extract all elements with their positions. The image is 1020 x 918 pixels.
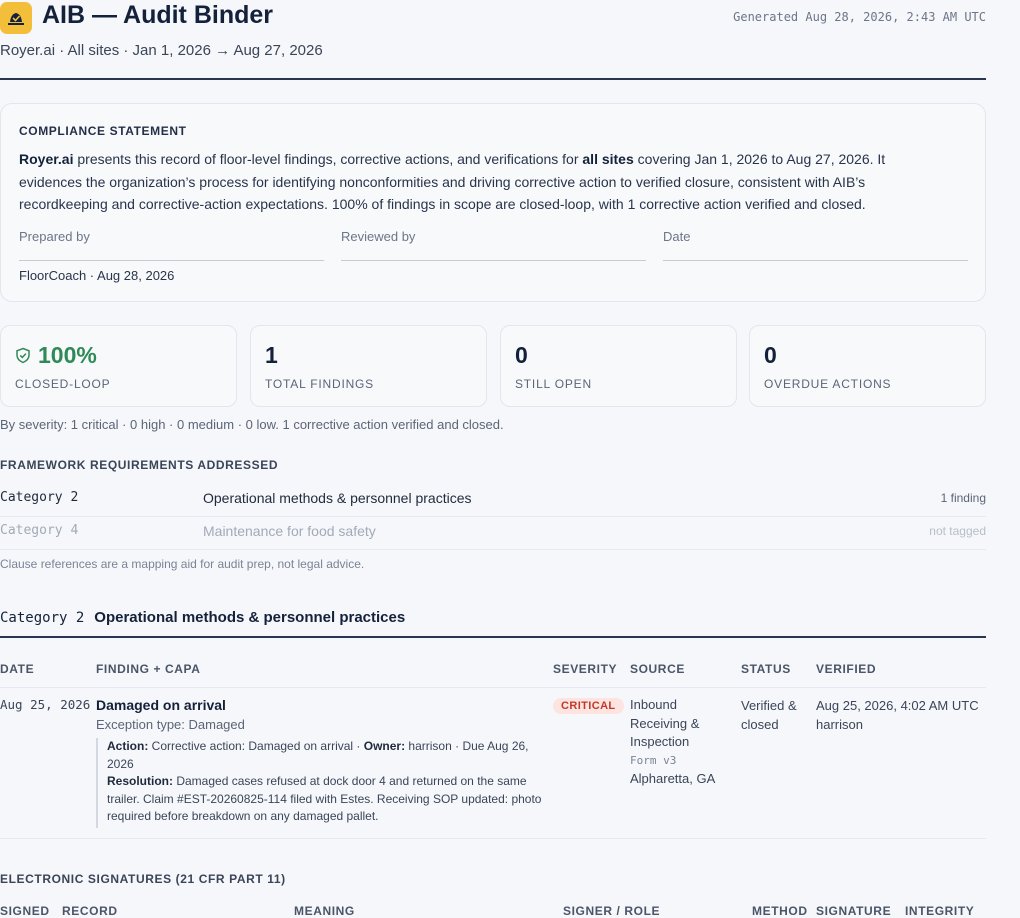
signatures-heading: ELECTRONIC SIGNATURES (21 CFR PART 11)	[0, 872, 286, 886]
framework-name: Maintenance for food safety	[203, 523, 376, 539]
source-form-version: Form v3	[630, 753, 677, 767]
stat-still-open: 0 STILL OPEN	[500, 325, 737, 407]
stat-value: 100%	[38, 342, 97, 368]
header-divider	[0, 78, 986, 80]
framework-count: not tagged	[929, 524, 986, 538]
sig-col-signer: SIGNER / ROLE	[563, 904, 661, 918]
col-status: STATUS	[741, 662, 791, 676]
status-line: Verified &	[741, 698, 797, 713]
owner-label: Owner:	[363, 739, 406, 753]
sig-col-method: METHOD	[752, 904, 808, 918]
stat-value: 0	[764, 342, 777, 368]
sites-scope: all sites	[582, 151, 634, 167]
prepared-by-label: Prepared by	[19, 229, 90, 244]
source-line: Inbound	[630, 697, 677, 712]
prepared-by-field: Prepared by	[19, 229, 324, 261]
stat-closed-loop: 100% CLOSED-LOOP	[0, 325, 237, 407]
framework-disclaimer: Clause references are a mapping aid for …	[0, 557, 365, 571]
page-title: AIB — Audit Binder	[42, 1, 274, 29]
verified-by: harrison	[816, 717, 863, 732]
severity-badge: CRITICAL	[553, 698, 624, 714]
finding-source: Inbound Receiving & Inspection Form v3 A…	[630, 696, 730, 789]
reviewed-by-label: Reviewed by	[341, 229, 416, 244]
stat-label: TOTAL FINDINGS	[265, 377, 374, 391]
framework-row: Category 2 Operational methods & personn…	[0, 483, 986, 517]
finding-date: Aug 25, 2026	[0, 697, 91, 712]
finding-title: Damaged on arrival	[96, 697, 226, 713]
table-header-divider	[0, 687, 986, 688]
generated-timestamp: Generated Aug 28, 2026, 2:43 AM UTC	[733, 10, 986, 24]
framework-heading: FRAMEWORK REQUIREMENTS ADDRESSED	[0, 458, 279, 472]
framework-row: Category 4 Maintenance for food safety n…	[0, 516, 986, 550]
hardhat-icon	[8, 13, 24, 25]
col-verified: VERIFIED	[816, 662, 877, 676]
compliance-statement: Royer.ai presents this record of floor-l…	[19, 148, 949, 216]
sig-col-meaning: MEANING	[294, 904, 355, 918]
org-name: Royer.ai	[19, 151, 74, 167]
compliance-card: COMPLIANCE STATEMENT Royer.ai presents t…	[0, 103, 986, 302]
reviewed-by-field: Reviewed by	[341, 229, 646, 261]
prepared-by-line	[19, 260, 324, 261]
date-field: Date	[663, 229, 968, 261]
logo	[0, 2, 32, 34]
source-line: Inspection	[630, 734, 690, 749]
date-line	[663, 260, 968, 261]
action-text: Corrective action: Damaged on arrival ·	[148, 739, 364, 753]
stat-overdue-actions: 0 OVERDUE ACTIONS	[749, 325, 986, 407]
col-source: SOURCE	[630, 662, 685, 676]
stat-total-findings: 1 TOTAL FINDINGS	[250, 325, 487, 407]
col-severity: SEVERITY	[553, 662, 618, 676]
shield-check-icon	[16, 347, 30, 364]
source-line: Receiving &	[630, 715, 700, 731]
verified-time: Aug 25, 2026, 4:02 AM UTC	[816, 698, 979, 713]
stat-value: 0	[515, 342, 528, 368]
report-scope: Royer.ai · All sites · Jan 1, 2026 → Aug…	[0, 42, 323, 59]
category-name: Operational methods & personnel practice…	[94, 609, 406, 626]
col-finding: FINDING + CAPA	[96, 662, 201, 676]
finding-type: Exception type: Damaged	[96, 717, 245, 732]
date-label: Date	[663, 229, 691, 244]
statement-part-1: presents this record of floor-level find…	[73, 151, 583, 167]
framework-name: Operational methods & personnel practice…	[203, 490, 472, 506]
category-title: Category 2 Operational methods & personne…	[0, 609, 405, 626]
resolution-text: Damaged cases refused at dock door 4 and…	[107, 774, 542, 823]
col-date: DATE	[0, 662, 35, 676]
action-label: Action:	[107, 739, 149, 753]
finding-status: Verified & closed	[741, 696, 811, 734]
sig-col-signed: SIGNED	[0, 904, 50, 918]
stat-label: OVERDUE ACTIONS	[764, 377, 892, 391]
table-row-divider	[0, 838, 986, 839]
sig-col-signature: SIGNATURE	[816, 904, 892, 918]
framework-count: 1 finding	[940, 491, 986, 505]
sig-col-record: RECORD	[62, 904, 118, 918]
severity-summary: By severity: 1 critical · 0 high · 0 med…	[0, 417, 504, 432]
finding-verified: Aug 25, 2026, 4:02 AM UTC harrison	[816, 696, 979, 734]
sig-col-integrity: INTEGRITY	[905, 904, 975, 918]
category-code: Category 2	[0, 610, 85, 626]
prepared-by-value: FloorCoach · Aug 28, 2026	[19, 268, 175, 283]
resolution-label: Resolution:	[107, 774, 173, 788]
stat-label: CLOSED-LOOP	[15, 377, 111, 391]
capa-details: Action: Corrective action: Damaged on ar…	[96, 738, 547, 828]
status-line: closed	[741, 717, 779, 732]
reviewed-by-line	[341, 260, 646, 261]
stat-label: STILL OPEN	[515, 377, 592, 391]
compliance-heading: COMPLIANCE STATEMENT	[19, 124, 187, 138]
framework-code: Category 2	[0, 490, 79, 505]
source-location: Alpharetta, GA	[630, 771, 716, 786]
stat-value: 1	[265, 342, 278, 368]
framework-code: Category 4	[0, 523, 79, 538]
category-divider	[0, 636, 986, 638]
